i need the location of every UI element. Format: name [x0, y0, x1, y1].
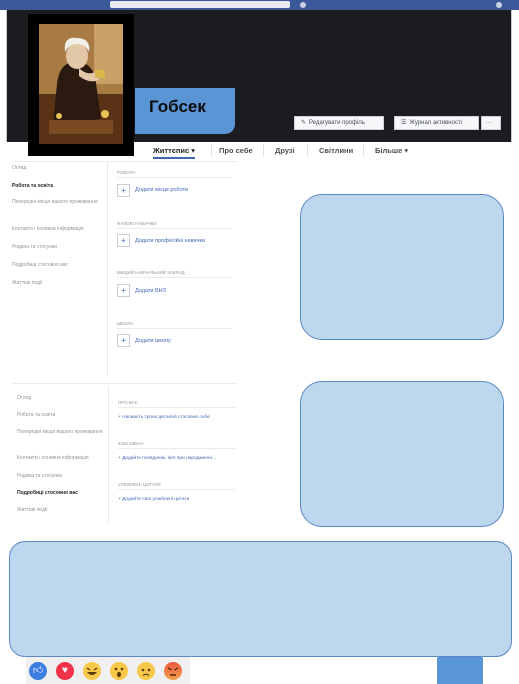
sidebar-item-work-education[interactable]: Робота та освіта [12, 183, 53, 189]
tab-more[interactable]: Більше ▾ [375, 146, 408, 155]
section-heading-university: ВИЩИЙ НАВЧАЛЬНИЙ ЗАКЛАД [117, 270, 185, 275]
about-sidebar-divider [107, 161, 108, 376]
love-reaction-icon[interactable]: ♥ [56, 662, 74, 680]
pencil-icon: ✎ [301, 120, 307, 126]
address-bar[interactable] [110, 1, 290, 8]
like-reaction-icon[interactable]: 👍︎ [29, 662, 47, 680]
more-options-button[interactable]: ··· [481, 116, 501, 130]
tab-photos[interactable]: Світлини [319, 146, 353, 155]
tab-about[interactable]: Про себе [219, 146, 253, 155]
add-skills-plus-icon[interactable]: + [117, 234, 130, 247]
sidebar-item-life-events[interactable]: Життєві події [17, 507, 48, 513]
tab-divider [211, 144, 212, 156]
tab-divider [363, 144, 364, 156]
section-divider [117, 277, 232, 278]
tab-timeline[interactable]: Життєпис ▾ [153, 146, 196, 159]
sidebar-item-overview[interactable]: Огляд [12, 165, 26, 171]
tab-friends[interactable]: Друзі [275, 146, 295, 155]
section-heading-favorite-quotes: УЛЮБЛЕНІ ЦИТАТИ [118, 482, 161, 487]
list-icon: ☰ [401, 120, 407, 126]
edit-profile-button[interactable]: ✎ Редагувати профіль [294, 116, 384, 130]
sidebar-item-details[interactable]: Подробиці стосовно вас [12, 262, 68, 268]
section-divider [117, 177, 232, 178]
add-school-plus-icon[interactable]: + [117, 334, 130, 347]
more-options-label: ··· [486, 120, 492, 126]
sidebar-item-places-lived[interactable]: Попередні місця вашого проживання [12, 199, 102, 205]
profile-picture [39, 24, 123, 144]
section-heading-skills: ФАХОВІ НАВИЧКИ [117, 221, 157, 226]
angry-reaction-icon[interactable] [164, 662, 182, 680]
activity-log-label: Журнал активності [409, 120, 462, 126]
portrait-painting [39, 24, 123, 144]
panel-top-border [12, 383, 237, 384]
section-heading-about-you: ПРО ВАС [118, 400, 138, 405]
answer-box-2[interactable] [300, 381, 504, 527]
sidebar-item-contact-info[interactable]: Контакти і основна інформація [17, 455, 89, 461]
sidebar-item-family[interactable]: Родина та стосунки [17, 473, 62, 479]
section-heading-work: РОБОТА [117, 170, 136, 175]
add-work-link[interactable]: Додати місце роботи [135, 187, 188, 193]
section-divider [118, 407, 236, 408]
profile-name: Гобсек [149, 97, 206, 116]
tab-divider [263, 144, 264, 156]
about-sidebar-divider [108, 386, 109, 524]
toolbar-icon[interactable] [300, 2, 306, 8]
sidebar-item-work-education[interactable]: Робота та освіта [17, 412, 55, 418]
add-skills-link[interactable]: Додати професійні навички [135, 238, 205, 244]
section-divider [117, 328, 232, 329]
sidebar-item-contact-info[interactable]: Контакти і основна інформація [12, 226, 84, 232]
tab-divider [307, 144, 308, 156]
sidebar-item-family[interactable]: Родина та стосунки [12, 244, 57, 250]
add-nickname-link[interactable]: + Додайте псевдонім, ім'я при народженні… [118, 456, 216, 461]
sidebar-item-life-events[interactable]: Життєві події [12, 280, 43, 286]
add-university-link[interactable]: Додати ВНЗ [135, 288, 166, 294]
add-quotes-link[interactable]: + Додайте свої улюблені цитати [118, 497, 189, 502]
section-heading-other-names: ІНШІ ІМЕНА [118, 441, 144, 446]
wow-reaction-icon[interactable] [110, 662, 128, 680]
toolbar-icon[interactable] [496, 2, 502, 8]
add-about-you-link[interactable]: + Напишіть трохи деталей стосовно себе [118, 415, 210, 420]
sidebar-item-overview[interactable]: Огляд [17, 395, 31, 401]
profile-picture-frame[interactable] [28, 14, 134, 156]
browser-top-bar [0, 0, 519, 10]
activity-log-button[interactable]: ☰ Журнал активності [394, 116, 479, 130]
section-divider [118, 489, 236, 490]
blue-tile [437, 657, 483, 684]
section-heading-school: ШКОЛА [117, 321, 134, 326]
answer-box-wide[interactable] [9, 541, 512, 657]
add-school-link[interactable]: Додати школу [135, 338, 171, 344]
section-divider [118, 448, 236, 449]
sidebar-item-details[interactable]: Подробиці стосовно вас [17, 490, 78, 496]
haha-reaction-icon[interactable] [83, 662, 101, 680]
panel-top-border [12, 161, 237, 162]
add-work-plus-icon[interactable]: + [117, 184, 130, 197]
section-divider [117, 228, 232, 229]
reactions-bar: 👍︎ ♥ [26, 657, 190, 684]
answer-box-1[interactable] [300, 194, 504, 340]
sidebar-item-places-lived[interactable]: Попередні місця вашого проживання [17, 429, 105, 435]
edit-profile-label: Редагувати профіль [309, 120, 365, 126]
profile-name-plate: Гобсек [135, 88, 235, 134]
add-university-plus-icon[interactable]: + [117, 284, 130, 297]
sad-reaction-icon[interactable] [137, 662, 155, 680]
profile-tabs: Життєпис ▾ Про себе Друзі Світлини Більш… [135, 142, 425, 160]
